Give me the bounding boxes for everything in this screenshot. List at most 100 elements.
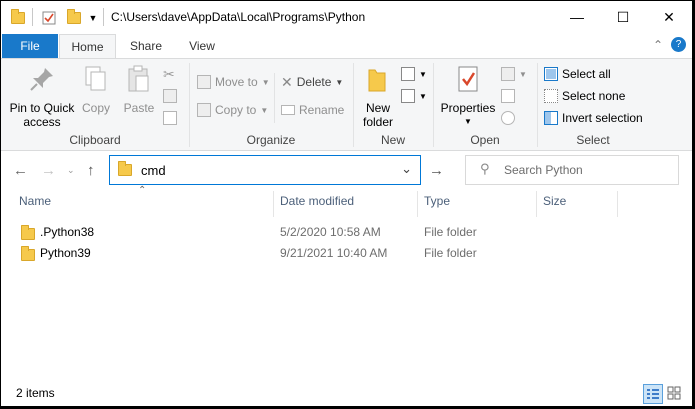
folder-icon — [9, 9, 27, 27]
easy-access-button[interactable]: ▼ — [401, 87, 427, 105]
new-folder-icon — [368, 69, 386, 92]
file-type: File folder — [424, 246, 477, 260]
folder-icon — [21, 225, 35, 240]
sort-indicator-icon: ⌃ — [138, 185, 147, 196]
copy-label: Copy — [81, 101, 110, 115]
paste-button[interactable]: Paste — [119, 64, 159, 115]
minimize-button[interactable]: — — [554, 1, 600, 33]
new-folder-label-line2: folder — [362, 115, 394, 129]
new-item-icon — [401, 67, 415, 81]
close-button[interactable]: ✕ — [646, 1, 692, 33]
properties-dropdown-icon: ▼ — [464, 117, 472, 126]
file-type: File folder — [424, 225, 477, 239]
column-header-type[interactable]: Type — [424, 194, 450, 218]
rename-button[interactable]: Rename — [281, 101, 344, 119]
copy-to-button[interactable]: Copy to ▼ — [197, 101, 268, 119]
pin-to-quick-access-button[interactable]: Pin to Quick access — [7, 64, 77, 129]
copy-to-label: Copy to — [215, 103, 257, 117]
copy-path-icon[interactable] — [163, 87, 177, 105]
properties-quick-icon[interactable] — [41, 9, 57, 27]
select-all-icon — [544, 67, 558, 81]
select-none-button[interactable]: Select none — [544, 87, 625, 105]
paste-label: Paste — [123, 101, 155, 115]
move-to-icon — [197, 75, 211, 89]
customize-quick-access-icon[interactable]: ▼ — [87, 9, 99, 27]
navigation-bar: ← → ⌄ ↑ cmd ⌄ → ⚲ Search Python — [1, 152, 692, 190]
history-button[interactable] — [501, 109, 515, 127]
file-name: .Python38 — [40, 225, 95, 239]
search-placeholder: Search Python — [504, 163, 583, 177]
search-icon: ⚲ — [480, 161, 490, 176]
rename-label: Rename — [299, 103, 345, 117]
move-to-label: Move to — [215, 75, 258, 89]
file-name: Python39 — [40, 246, 91, 260]
move-to-button[interactable]: Move to ▼ — [197, 73, 270, 91]
select-all-label: Select all — [562, 67, 611, 81]
folder-icon — [21, 246, 35, 261]
select-none-icon — [544, 89, 558, 103]
pin-label-line1: Pin to Quick — [9, 101, 75, 115]
address-folder-icon — [118, 161, 132, 176]
ribbon-tabs: File Home Share View ⌃ ? — [1, 34, 692, 59]
open-button[interactable]: ▼ — [501, 65, 527, 83]
new-item-button[interactable]: ▼ — [401, 65, 427, 83]
address-dropdown-icon[interactable]: ⌄ — [401, 161, 412, 177]
select-group-label: Select — [576, 133, 610, 147]
cut-icon[interactable]: ✂ — [163, 65, 175, 83]
recent-locations-chevron-icon[interactable]: ⌄ — [67, 165, 75, 176]
file-row[interactable]: .Python38 5/2/2020 10:58 AM File folder — [15, 222, 692, 243]
rename-icon — [281, 105, 295, 115]
select-none-label: Select none — [562, 89, 626, 103]
pin-icon — [30, 68, 53, 91]
copy-icon — [85, 66, 106, 91]
new-folder-label-line1: New — [365, 101, 390, 115]
address-value: cmd — [141, 163, 166, 178]
back-arrow-icon[interactable]: ← — [13, 162, 28, 179]
invert-selection-label: Invert selection — [562, 111, 643, 125]
title-bar: ▼ C:\Users\dave\AppData\Local\Programs\P… — [1, 1, 692, 33]
up-arrow-icon[interactable]: ↑ — [87, 162, 95, 179]
new-group-label: New — [380, 133, 405, 147]
copy-button[interactable]: Copy — [79, 64, 113, 115]
help-icon[interactable]: ? — [671, 37, 686, 52]
file-date: 5/2/2020 10:58 AM — [280, 225, 381, 239]
edit-icon — [501, 89, 515, 103]
file-date: 9/21/2021 10:40 AM — [280, 246, 388, 260]
maximize-button[interactable]: ☐ — [600, 1, 646, 33]
organize-group-label: Organize — [246, 133, 296, 147]
copy-to-icon — [197, 103, 211, 117]
new-folder-quick-icon[interactable] — [65, 9, 83, 27]
invert-selection-button[interactable]: Invert selection — [544, 109, 643, 127]
properties-button[interactable]: Properties ▼ — [438, 64, 498, 129]
address-input[interactable]: cmd ⌄ — [109, 155, 421, 185]
new-folder-button[interactable]: New folder — [358, 64, 398, 129]
column-header-name[interactable]: Name — [19, 194, 51, 218]
select-all-button[interactable]: Select all — [544, 65, 611, 83]
tab-file[interactable]: File — [2, 34, 58, 58]
pin-label-line2: access — [23, 115, 61, 129]
easy-access-icon — [401, 89, 415, 103]
tab-home[interactable]: Home — [59, 34, 116, 59]
delete-label: Delete — [296, 75, 332, 89]
history-icon — [501, 111, 515, 125]
tab-share[interactable]: Share — [119, 34, 173, 58]
go-arrow-icon[interactable]: → — [429, 162, 444, 179]
search-input[interactable]: ⚲ Search Python — [465, 155, 679, 185]
tab-view[interactable]: View — [175, 34, 229, 58]
edit-button[interactable] — [501, 87, 515, 105]
delete-button[interactable]: ✕ Delete ▼ — [281, 73, 343, 91]
column-header-size[interactable]: Size — [543, 194, 566, 218]
paste-shortcut-icon[interactable] — [163, 109, 177, 127]
file-row[interactable]: Python39 9/21/2021 10:40 AM File folder — [15, 243, 692, 264]
ribbon: Pin to Quick access Copy Paste ✂ Clipboa… — [1, 58, 692, 151]
collapse-ribbon-icon[interactable]: ⌃ — [653, 38, 663, 52]
invert-selection-icon — [544, 111, 558, 125]
large-icons-view-icon[interactable] — [665, 384, 685, 404]
column-header-date[interactable]: Date modified — [280, 194, 354, 218]
forward-arrow-icon[interactable]: → — [41, 162, 56, 179]
open-group-label: Open — [470, 133, 500, 147]
details-view-icon[interactable] — [643, 384, 663, 404]
explorer-window: ▼ C:\Users\dave\AppData\Local\Programs\P… — [1, 1, 692, 406]
properties-icon — [458, 66, 478, 92]
window-title: C:\Users\dave\AppData\Local\Programs\Pyt… — [111, 10, 366, 24]
